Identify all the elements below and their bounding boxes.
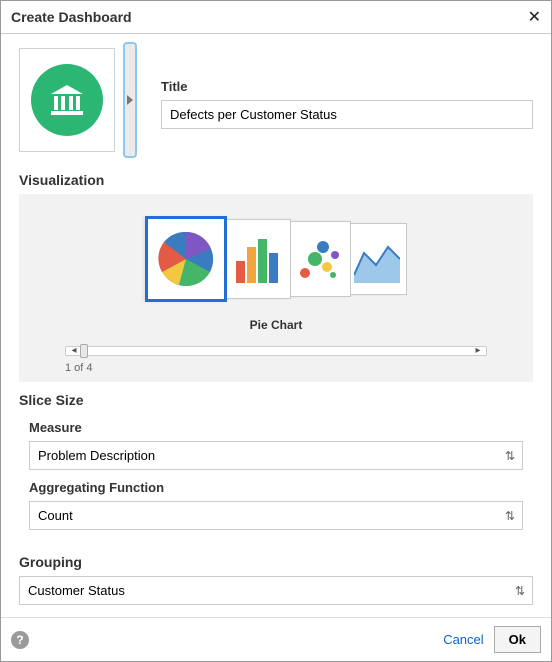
slice-size-heading: Slice Size [19, 392, 533, 408]
bank-icon [31, 64, 103, 136]
viz-option-bar[interactable] [223, 219, 291, 299]
help-icon[interactable]: ? [11, 631, 29, 649]
viz-option-area[interactable] [347, 223, 407, 295]
slider-thumb[interactable] [80, 344, 88, 358]
viz-slider-track[interactable]: ◂ ▸ [65, 346, 487, 356]
dialog-content: Title Visualization [1, 34, 551, 617]
dialog-footer: ? Cancel Ok [1, 617, 551, 661]
agg-select[interactable]: Count [29, 501, 523, 530]
area-chart-icon [354, 235, 400, 283]
scatter-chart-icon [295, 233, 343, 285]
slice-size-panel: Measure Problem Description ⇅ Aggregatin… [19, 414, 533, 544]
dialog-title: Create Dashboard [11, 9, 132, 25]
measure-select[interactable]: Problem Description [29, 441, 523, 470]
ok-button[interactable]: Ok [494, 626, 541, 653]
dialog-titlebar: Create Dashboard ✕ [1, 1, 551, 34]
viz-option-scatter[interactable] [287, 221, 351, 297]
pie-chart-icon [155, 228, 217, 290]
visualization-panel: Pie Chart ◂ ▸ 1 of 4 [19, 194, 533, 382]
slider-position-label: 1 of 4 [65, 362, 487, 374]
visualization-heading: Visualization [19, 172, 533, 188]
grouping-select[interactable]: Customer Status [19, 576, 533, 605]
measure-label: Measure [29, 420, 523, 435]
grouping-heading: Grouping [19, 554, 533, 570]
slider-next-icon[interactable]: ▸ [472, 347, 484, 355]
close-icon[interactable]: ✕ [528, 7, 541, 27]
collapse-handle[interactable] [123, 42, 137, 158]
viz-slider: ◂ ▸ 1 of 4 [65, 346, 487, 374]
chevron-right-icon [126, 95, 134, 105]
cancel-button[interactable]: Cancel [443, 632, 483, 647]
footer-actions: Cancel Ok [443, 626, 541, 653]
viz-option-pie[interactable] [145, 216, 227, 302]
agg-label: Aggregating Function [29, 480, 523, 495]
title-field-group: Title [145, 71, 533, 129]
bar-chart-icon [232, 231, 282, 287]
viz-selected-label: Pie Chart [25, 318, 527, 332]
slider-prev-icon[interactable]: ◂ [68, 347, 80, 355]
dashboard-icon-well[interactable] [19, 48, 115, 152]
header-row: Title [19, 42, 533, 158]
create-dashboard-dialog: Create Dashboard ✕ [0, 0, 552, 662]
title-input[interactable] [161, 100, 533, 129]
visualization-strip [25, 204, 527, 314]
title-label: Title [161, 79, 533, 94]
